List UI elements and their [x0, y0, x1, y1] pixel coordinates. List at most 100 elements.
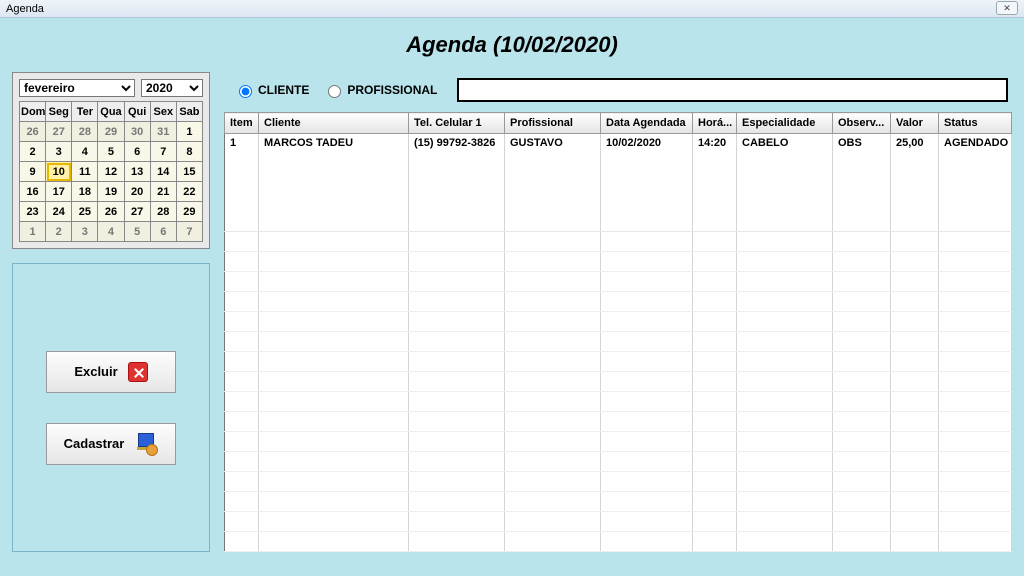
calendar-day[interactable]: 11 — [72, 162, 98, 182]
calendar-day[interactable]: 6 — [150, 222, 176, 242]
calendar-day[interactable]: 20 — [124, 182, 150, 202]
window-title: Agenda — [6, 3, 44, 15]
calendar-day[interactable]: 19 — [98, 182, 124, 202]
calendar-day[interactable]: 4 — [98, 222, 124, 242]
create-button[interactable]: Cadastrar — [46, 423, 176, 465]
calendar-day[interactable]: 3 — [72, 222, 98, 242]
table-row — [225, 332, 1012, 352]
table-row — [225, 272, 1012, 292]
grid-header[interactable]: Especialidade — [737, 113, 833, 134]
calendar-day[interactable]: 30 — [124, 122, 150, 142]
calendar-day[interactable]: 5 — [98, 142, 124, 162]
calendar-day[interactable]: 27 — [124, 202, 150, 222]
calendar-grid: DomSegTerQuaQuiSexSab 262728293031123456… — [19, 101, 203, 242]
calendar-day[interactable]: 6 — [124, 142, 150, 162]
grid-header[interactable]: Status — [939, 113, 1012, 134]
calendar-dow: Sab — [176, 102, 202, 122]
grid-header[interactable]: Cliente — [259, 113, 409, 134]
table-row[interactable]: 1MARCOS TADEU(15) 99792-3826GUSTAVO10/02… — [225, 134, 1012, 232]
radio-profissional-input[interactable] — [328, 85, 341, 98]
calendar-dow: Dom — [20, 102, 46, 122]
table-row — [225, 372, 1012, 392]
calendar-day[interactable]: 5 — [124, 222, 150, 242]
calendar-day[interactable]: 28 — [72, 122, 98, 142]
calendar-day[interactable]: 1 — [176, 122, 202, 142]
grid-header[interactable]: Data Agendada — [601, 113, 693, 134]
calendar-day[interactable]: 10 — [46, 162, 72, 182]
calendar-day[interactable]: 2 — [46, 222, 72, 242]
grid-header[interactable]: Horá... — [693, 113, 737, 134]
calendar-day[interactable]: 29 — [176, 202, 202, 222]
grid-cell[interactable]: OBS — [833, 134, 891, 232]
calendar-day[interactable]: 15 — [176, 162, 202, 182]
calendar-day[interactable]: 12 — [98, 162, 124, 182]
delete-button[interactable]: Excluir — [46, 351, 176, 393]
grid-cell[interactable]: MARCOS TADEU — [259, 134, 409, 232]
calendar-day[interactable]: 24 — [46, 202, 72, 222]
calendar-day[interactable]: 2 — [20, 142, 46, 162]
grid-header[interactable]: Item — [225, 113, 259, 134]
search-input[interactable] — [457, 78, 1008, 102]
grid-cell[interactable]: (15) 99792-3826 — [409, 134, 505, 232]
calendar-day[interactable]: 16 — [20, 182, 46, 202]
appointments-grid[interactable]: ItemClienteTel. Celular 1ProfissionalDat… — [224, 112, 1012, 552]
calendar-day[interactable]: 4 — [72, 142, 98, 162]
calendar-day[interactable]: 1 — [20, 222, 46, 242]
calendar-day[interactable]: 23 — [20, 202, 46, 222]
table-row — [225, 232, 1012, 252]
grid-header[interactable]: Observ... — [833, 113, 891, 134]
calendar-day[interactable]: 18 — [72, 182, 98, 202]
filter-row: CLIENTE PROFISSIONAL — [224, 72, 1012, 112]
calendar-day[interactable]: 9 — [20, 162, 46, 182]
calendar-day[interactable]: 7 — [176, 222, 202, 242]
calendar-day[interactable]: 8 — [176, 142, 202, 162]
calendar-day[interactable]: 14 — [150, 162, 176, 182]
grid-header[interactable]: Profissional — [505, 113, 601, 134]
grid-cell[interactable]: 25,00 — [891, 134, 939, 232]
grid-header[interactable]: Valor — [891, 113, 939, 134]
table-row — [225, 352, 1012, 372]
calendar-dow: Qua — [98, 102, 124, 122]
calendar-day[interactable]: 13 — [124, 162, 150, 182]
grid-cell[interactable]: 10/02/2020 — [601, 134, 693, 232]
calendar-day[interactable]: 3 — [46, 142, 72, 162]
table-row — [225, 532, 1012, 552]
month-select[interactable]: fevereiro — [19, 79, 135, 97]
calendar-day[interactable]: 28 — [150, 202, 176, 222]
window-titlebar: Agenda ✕ — [0, 0, 1024, 18]
table-row — [225, 492, 1012, 512]
delete-label: Excluir — [74, 364, 117, 379]
calendar-day[interactable]: 29 — [98, 122, 124, 142]
grid-cell[interactable]: GUSTAVO — [505, 134, 601, 232]
calendar-day[interactable]: 17 — [46, 182, 72, 202]
year-select[interactable]: 2020 — [141, 79, 203, 97]
radio-profissional[interactable]: PROFISSIONAL — [323, 82, 437, 98]
radio-cliente-input[interactable] — [239, 85, 252, 98]
calendar-day[interactable]: 25 — [72, 202, 98, 222]
calendar-dow: Qui — [124, 102, 150, 122]
calendar-panel: fevereiro 2020 DomSegTerQuaQuiSexSab 262… — [12, 72, 210, 249]
grid-cell[interactable]: CABELO — [737, 134, 833, 232]
calendar-dow: Sex — [150, 102, 176, 122]
calendar-dow: Ter — [72, 102, 98, 122]
radio-cliente[interactable]: CLIENTE — [234, 82, 309, 98]
table-row — [225, 472, 1012, 492]
calendar-day[interactable]: 27 — [46, 122, 72, 142]
calendar-day[interactable]: 26 — [20, 122, 46, 142]
calendar-day[interactable]: 22 — [176, 182, 202, 202]
grid-cell[interactable]: AGENDADO — [939, 134, 1012, 232]
calendar-day[interactable]: 26 — [98, 202, 124, 222]
register-icon — [134, 432, 158, 456]
window-close-button[interactable]: ✕ — [996, 1, 1018, 15]
calendar-day[interactable]: 21 — [150, 182, 176, 202]
table-row — [225, 512, 1012, 532]
calendar-day[interactable]: 7 — [150, 142, 176, 162]
grid-header[interactable]: Tel. Celular 1 — [409, 113, 505, 134]
grid-cell[interactable]: 1 — [225, 134, 259, 232]
grid-cell[interactable]: 14:20 — [693, 134, 737, 232]
table-row — [225, 392, 1012, 412]
create-label: Cadastrar — [64, 436, 125, 451]
calendar-day[interactable]: 31 — [150, 122, 176, 142]
table-row — [225, 252, 1012, 272]
actions-panel: Excluir Cadastrar — [12, 263, 210, 552]
